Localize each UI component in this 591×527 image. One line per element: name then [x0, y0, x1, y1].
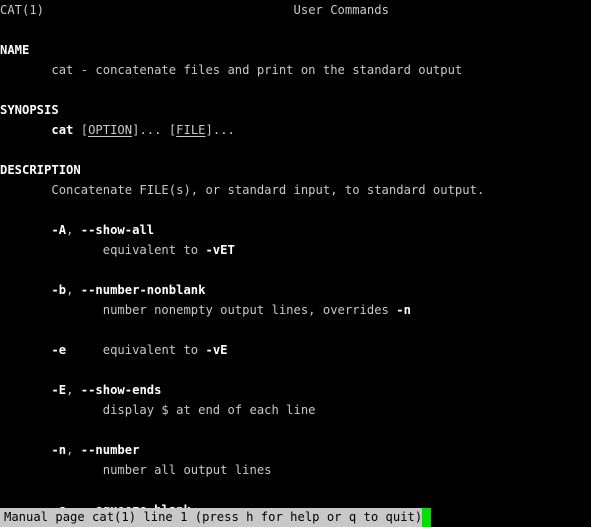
- pager-status-bar[interactable]: Manual page cat(1) line 1 (press h for h…: [0, 508, 591, 527]
- option-description-line: display $ at end of each line: [0, 400, 591, 420]
- option-long-flag: --number: [80, 443, 140, 457]
- description-text: Concatenate FILE(s), or standard input, …: [51, 183, 485, 197]
- name-description: cat - concatenate files and print on the…: [51, 63, 463, 77]
- option-short-flag: -b: [51, 283, 67, 297]
- synopsis-arg-option: OPTION: [88, 123, 133, 137]
- section-heading-name: NAME: [0, 40, 591, 60]
- section-title-synopsis: SYNOPSIS: [0, 103, 59, 117]
- option-separator: ,: [66, 443, 81, 457]
- option-long-flag: --show-all: [80, 223, 155, 237]
- option-entry: -n, --number: [0, 440, 591, 460]
- section-body-name: cat - concatenate files and print on the…: [0, 60, 591, 80]
- pager-status-text: Manual page cat(1) line 1 (press h for h…: [0, 508, 423, 527]
- option-description: display $ at end of each line: [102, 403, 316, 417]
- option-description-flag: -n: [396, 303, 411, 317]
- option-entry: -A, --show-all: [0, 220, 591, 240]
- option-separator: ,: [66, 383, 81, 397]
- option-long-flag: --show-ends: [80, 383, 162, 397]
- option-description: equivalent to: [102, 243, 206, 257]
- section-heading-synopsis: SYNOPSIS: [0, 100, 591, 120]
- option-entry: -s, --squeeze-blank: [0, 500, 591, 508]
- synopsis-command: cat: [51, 123, 74, 137]
- option-description-flag: -vE: [205, 343, 228, 357]
- section-title-name: NAME: [0, 43, 30, 57]
- terminal-cursor: [422, 508, 432, 527]
- option-description: number all output lines: [102, 463, 272, 477]
- option-entry: -E, --show-ends: [0, 380, 591, 400]
- section-heading-description: DESCRIPTION: [0, 160, 591, 180]
- option-entry: -b, --number-nonblank: [0, 280, 591, 300]
- option-separator: ,: [66, 283, 81, 297]
- section-body-synopsis: cat [OPTION]... [FILE]...: [0, 120, 591, 140]
- option-separator: ,: [66, 223, 81, 237]
- ellipsis: ...: [139, 123, 162, 137]
- manpage-header-center: User Commands: [293, 3, 389, 17]
- option-description: number nonempty output lines, overrides: [102, 303, 397, 317]
- option-short-flag: -e: [51, 343, 67, 357]
- option-short-flag: -n: [51, 443, 67, 457]
- option-short-flag: -E: [51, 383, 67, 397]
- option-description-flag: -vET: [205, 243, 235, 257]
- bracket-open: [: [80, 123, 89, 137]
- terminal-window: CAT(1) User Commands NAME cat - concaten…: [0, 0, 591, 527]
- ellipsis: ...: [212, 123, 235, 137]
- section-title-description: DESCRIPTION: [0, 163, 81, 177]
- bracket-close: ]: [205, 123, 213, 137]
- options-list: -A, --show-all equivalent to -vET -b, --…: [0, 220, 591, 508]
- synopsis-arg-file: FILE: [176, 123, 206, 137]
- option-description: equivalent to: [102, 343, 206, 357]
- manpage-header-line: CAT(1) User Commands: [0, 0, 591, 20]
- option-description-line: number all output lines: [0, 460, 591, 480]
- option-short-flag: -A: [51, 223, 67, 237]
- manpage-header-left: CAT(1): [0, 3, 45, 17]
- option-description-line: number nonempty output lines, overrides …: [0, 300, 591, 320]
- option-long-flag: --number-nonblank: [80, 283, 206, 297]
- option-description-line: equivalent to -vET: [0, 240, 591, 260]
- man-pager-content[interactable]: CAT(1) User Commands NAME cat - concaten…: [0, 0, 591, 508]
- section-body-description: Concatenate FILE(s), or standard input, …: [0, 180, 591, 200]
- option-entry: -e equivalent to -vE: [0, 340, 591, 360]
- header-spacer: [44, 3, 293, 17]
